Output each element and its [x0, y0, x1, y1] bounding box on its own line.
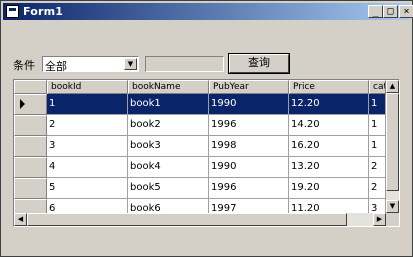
scrollbar-corner: [386, 213, 399, 226]
cell-bookname[interactable]: book2: [128, 115, 209, 136]
cell-bookname[interactable]: book3: [128, 136, 209, 157]
row-header[interactable]: [14, 157, 47, 178]
vertical-scrollbar[interactable]: ▲ ▼: [386, 80, 399, 213]
cell-pubyear[interactable]: 1996: [209, 178, 289, 199]
condition-combobox[interactable]: 全部 ▼: [42, 56, 139, 73]
cell-price[interactable]: 19.20: [289, 178, 369, 199]
cell-bookname[interactable]: book4: [128, 157, 209, 178]
row-header[interactable]: [14, 94, 47, 115]
arrow-up-icon[interactable]: ▲: [386, 80, 399, 93]
cell-price[interactable]: 14.20: [289, 115, 369, 136]
chevron-down-icon[interactable]: ▼: [124, 58, 137, 70]
row-header[interactable]: [14, 136, 47, 157]
arrow-right-icon[interactable]: ▶: [373, 213, 386, 226]
vertical-scroll-thumb[interactable]: [386, 93, 399, 191]
books-datagrid[interactable]: bookId bookName PubYear Price cat 1 book1…: [13, 79, 400, 227]
arrow-left-icon[interactable]: ◀: [14, 213, 27, 226]
row-header[interactable]: [14, 115, 47, 136]
cell-bookid[interactable]: 1: [47, 94, 128, 115]
title-bar[interactable]: Form1 _ □ ×: [3, 3, 413, 20]
horizontal-scroll-thumb[interactable]: [27, 213, 347, 226]
cell-cat[interactable]: 2: [369, 178, 386, 199]
column-header-cat[interactable]: cat: [369, 80, 386, 94]
window-title: Form1: [23, 5, 64, 18]
cell-bookid[interactable]: 4: [47, 157, 128, 178]
cell-price[interactable]: 13.20: [289, 157, 369, 178]
form-window: Form1 _ □ × 条件 全部 ▼ 查询 bookId bookName P…: [0, 0, 413, 257]
query-textbox[interactable]: [145, 56, 224, 72]
cell-pubyear[interactable]: 1990: [209, 157, 289, 178]
condition-combobox-value: 全部: [45, 60, 67, 73]
minimize-button[interactable]: _: [368, 5, 383, 18]
condition-label: 条件: [13, 59, 35, 72]
horizontal-scrollbar[interactable]: ◀ ▶: [14, 213, 386, 226]
cell-cat[interactable]: 1: [369, 94, 386, 115]
cell-price[interactable]: 16.20: [289, 136, 369, 157]
cell-bookname[interactable]: book1: [128, 94, 209, 115]
cell-cat[interactable]: 2: [369, 157, 386, 178]
cell-bookid[interactable]: 2: [47, 115, 128, 136]
row-pointer-icon: [20, 99, 25, 109]
row-header[interactable]: [14, 178, 47, 199]
form-icon[interactable]: [6, 5, 19, 18]
cell-price[interactable]: 12.20: [289, 94, 369, 115]
close-button[interactable]: ×: [399, 5, 413, 18]
cell-bookid[interactable]: 5: [47, 178, 128, 199]
arrow-down-icon[interactable]: ▼: [386, 200, 399, 213]
maximize-button[interactable]: □: [383, 5, 398, 18]
cell-bookid[interactable]: 3: [47, 136, 128, 157]
column-header-pubyear[interactable]: PubYear: [209, 80, 289, 94]
column-header-price[interactable]: Price: [289, 80, 369, 94]
cell-pubyear[interactable]: 1998: [209, 136, 289, 157]
column-header-bookid[interactable]: bookId: [47, 80, 128, 94]
column-header-bookname[interactable]: bookName: [128, 80, 209, 94]
cell-cat[interactable]: 1: [369, 136, 386, 157]
query-button[interactable]: 查询: [228, 53, 290, 74]
grid-corner-header: [14, 80, 47, 94]
cell-cat[interactable]: 1: [369, 115, 386, 136]
cell-pubyear[interactable]: 1990: [209, 94, 289, 115]
cell-pubyear[interactable]: 1996: [209, 115, 289, 136]
cell-bookname[interactable]: book5: [128, 178, 209, 199]
